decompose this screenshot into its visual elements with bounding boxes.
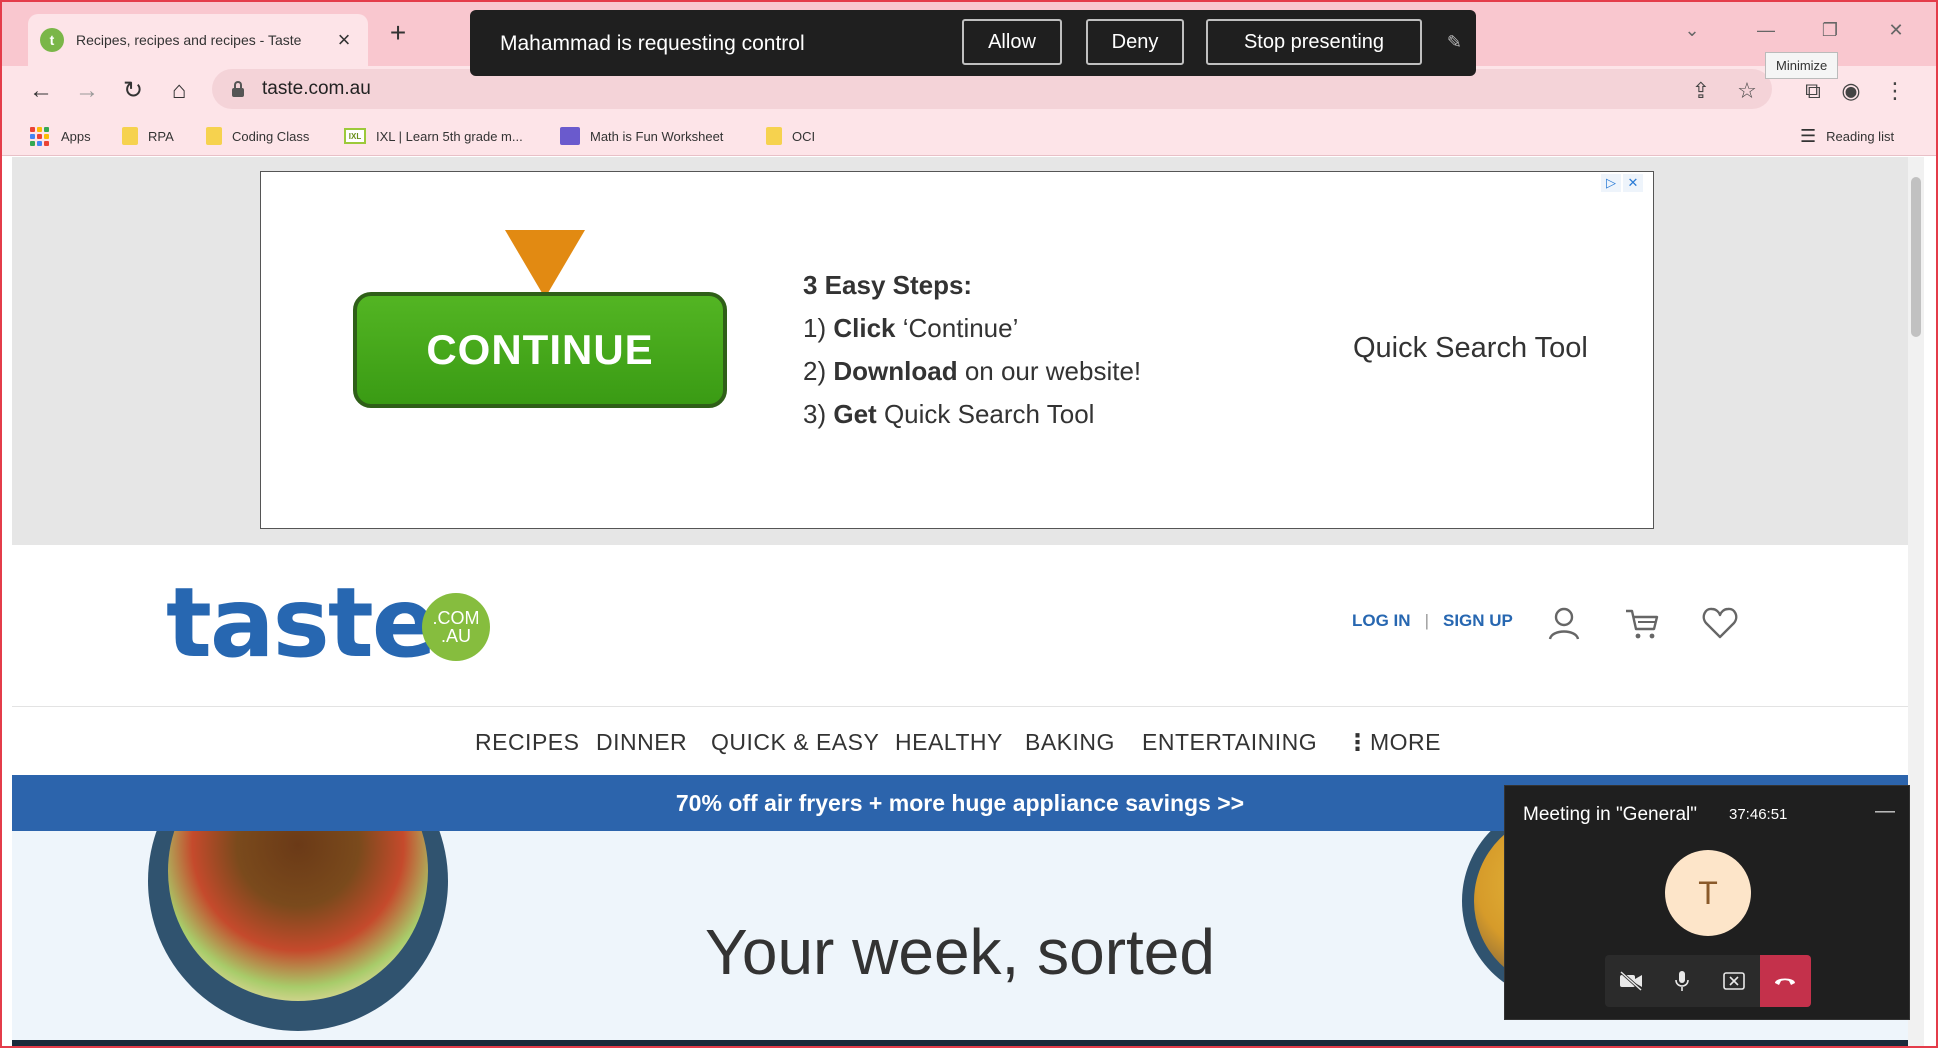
lock-icon <box>232 81 244 97</box>
ad-area: ▷ ✕ CONTINUE 3 Easy Steps: 1) Click ‘Con… <box>12 157 1908 545</box>
control-request-message: Mahammad is requesting control <box>500 32 805 55</box>
call-controls <box>1605 955 1811 1007</box>
bookmark-coding-class[interactable]: Coding Class <box>206 125 309 147</box>
bookmark-apps[interactable]: Apps <box>30 125 91 147</box>
taste-favicon-icon: t <box>40 28 64 52</box>
ad-steps-heading: 3 Easy Steps: <box>803 270 973 300</box>
site-header: taste .COM .AU LOG IN | SIGN UP <box>12 545 1908 707</box>
cart-icon[interactable] <box>1622 603 1662 643</box>
reading-list-label: Reading list <box>1826 128 1895 144</box>
ad-step: 1) Click ‘Continue’ <box>803 313 1019 343</box>
home-icon[interactable]: ⌂ <box>162 74 196 108</box>
math-icon <box>560 127 580 145</box>
main-navigation: RECIPES DINNER QUICK & EASY HEALTHY BAKI… <box>12 707 1908 775</box>
nav-recipes[interactable]: RECIPES <box>475 729 579 756</box>
deny-button[interactable]: Deny <box>1086 19 1184 65</box>
stop-sharing-icon[interactable] <box>1708 955 1760 1007</box>
nav-healthy[interactable]: HEALTHY <box>895 729 1003 756</box>
folder-icon <box>206 127 222 145</box>
minimize-button[interactable]: — <box>1748 14 1784 46</box>
auth-links: LOG IN | SIGN UP <box>1352 611 1513 631</box>
nav-dinner[interactable]: DINNER <box>596 729 687 756</box>
browser-tab[interactable]: t Recipes, recipes and recipes - Taste × <box>28 14 368 66</box>
ad-close-icon[interactable]: ✕ <box>1623 174 1643 192</box>
logo-badge: .COM .AU <box>422 593 490 661</box>
bookmark-ixl[interactable]: IXL IXL | Learn 5th grade m... <box>344 125 523 147</box>
meeting-minimize-icon[interactable]: — <box>1875 800 1895 823</box>
page-scrollbar[interactable] <box>1908 157 1924 1048</box>
ad-choices[interactable]: ▷ ✕ <box>1599 174 1643 192</box>
heart-icon[interactable] <box>1700 603 1740 643</box>
camera-off-icon[interactable] <box>1605 955 1657 1007</box>
scroll-thumb[interactable] <box>1911 177 1921 337</box>
allow-button[interactable]: Allow <box>962 19 1062 65</box>
ad-steps: 3 Easy Steps: 1) Click ‘Continue’ 2) Dow… <box>803 264 1141 436</box>
bookmark-label: Coding Class <box>232 128 310 144</box>
bookmark-star-icon[interactable]: ☆ <box>1732 76 1762 106</box>
ad-step: 2) Download on our website! <box>803 356 1142 386</box>
meeting-title: Meeting in "General" <box>1523 804 1698 825</box>
nav-baking[interactable]: BAKING <box>1025 729 1115 756</box>
folder-icon <box>766 127 782 145</box>
meeting-panel: Meeting in "General" 37:46:51 — T <box>1504 785 1910 1020</box>
more-dots-icon[interactable]: ⋮ <box>1346 729 1370 756</box>
advertisement[interactable]: ▷ ✕ CONTINUE 3 Easy Steps: 1) Click ‘Con… <box>260 171 1654 529</box>
apps-icon <box>30 126 49 146</box>
stop-presenting-button[interactable]: Stop presenting <box>1206 19 1422 65</box>
nav-quick-easy[interactable]: QUICK & EASY <box>711 729 879 756</box>
extensions-icon[interactable]: ⧉ <box>1798 76 1828 106</box>
bookmark-oci[interactable]: OCI <box>766 125 815 147</box>
bookmark-rpa[interactable]: RPA <box>122 125 174 147</box>
ixl-icon: IXL <box>344 128 366 144</box>
login-link[interactable]: LOG IN <box>1352 611 1411 631</box>
profile-icon[interactable]: ◉ <box>1836 76 1866 106</box>
microphone-icon[interactable] <box>1657 955 1709 1007</box>
reading-list-button[interactable]: ☰ Reading list <box>1800 125 1894 147</box>
minimize-tooltip: Minimize <box>1765 52 1839 79</box>
meeting-timer: 37:46:51 <box>1729 806 1788 823</box>
ad-continue-button[interactable]: CONTINUE <box>353 292 727 408</box>
bookmark-label: OCI <box>792 128 816 144</box>
bookmark-label: Apps <box>61 128 91 144</box>
forward-icon[interactable]: → <box>70 74 104 108</box>
pin-icon[interactable]: ✎ <box>1447 32 1462 53</box>
tab-close-icon[interactable]: × <box>332 27 356 53</box>
ad-info-icon[interactable]: ▷ <box>1601 174 1621 192</box>
back-icon[interactable]: ← <box>24 74 58 108</box>
bookmark-label: RPA <box>148 128 174 144</box>
bookmarks-bar: Apps RPA Coding Class IXL IXL | Learn 5t… <box>0 116 1938 156</box>
nav-more[interactable]: MORE <box>1370 729 1441 756</box>
reload-icon[interactable]: ↻ <box>116 74 150 108</box>
folder-icon <box>122 127 138 145</box>
bookmark-label: Math is Fun Worksheet <box>590 128 724 144</box>
participant-avatar: T <box>1665 850 1751 936</box>
bookmark-math-is-fun[interactable]: Math is Fun Worksheet <box>560 125 723 147</box>
presenting-control-bar: Mahammad is requesting control Allow Den… <box>470 10 1476 76</box>
ad-step: 3) Get Quick Search Tool <box>803 399 1095 429</box>
tab-title: Recipes, recipes and recipes - Taste <box>76 32 302 48</box>
nav-entertaining[interactable]: ENTERTAINING <box>1142 729 1317 756</box>
signup-link[interactable]: SIGN UP <box>1443 611 1513 631</box>
ad-tool-name: Quick Search Tool <box>1353 332 1588 364</box>
auth-divider: | <box>1424 611 1429 630</box>
new-tab-button[interactable]: + <box>382 18 414 50</box>
down-arrow-icon <box>505 230 585 298</box>
taste-logo[interactable]: taste <box>166 575 437 671</box>
reading-list-icon: ☰ <box>1800 125 1817 146</box>
close-window-button[interactable]: ✕ <box>1878 14 1914 46</box>
hang-up-icon[interactable] <box>1759 955 1811 1007</box>
share-icon[interactable]: ⇪ <box>1686 76 1716 106</box>
taskbar-edge <box>12 1040 1908 1048</box>
tab-search-icon[interactable]: ⌄ <box>1674 14 1710 46</box>
url-text: taste.com.au <box>262 78 371 99</box>
account-icon[interactable] <box>1544 603 1584 643</box>
bookmark-label: IXL | Learn 5th grade m... <box>376 128 523 144</box>
restore-button[interactable]: ❐ <box>1812 14 1848 46</box>
menu-dots-icon[interactable]: ⋮ <box>1880 76 1910 106</box>
